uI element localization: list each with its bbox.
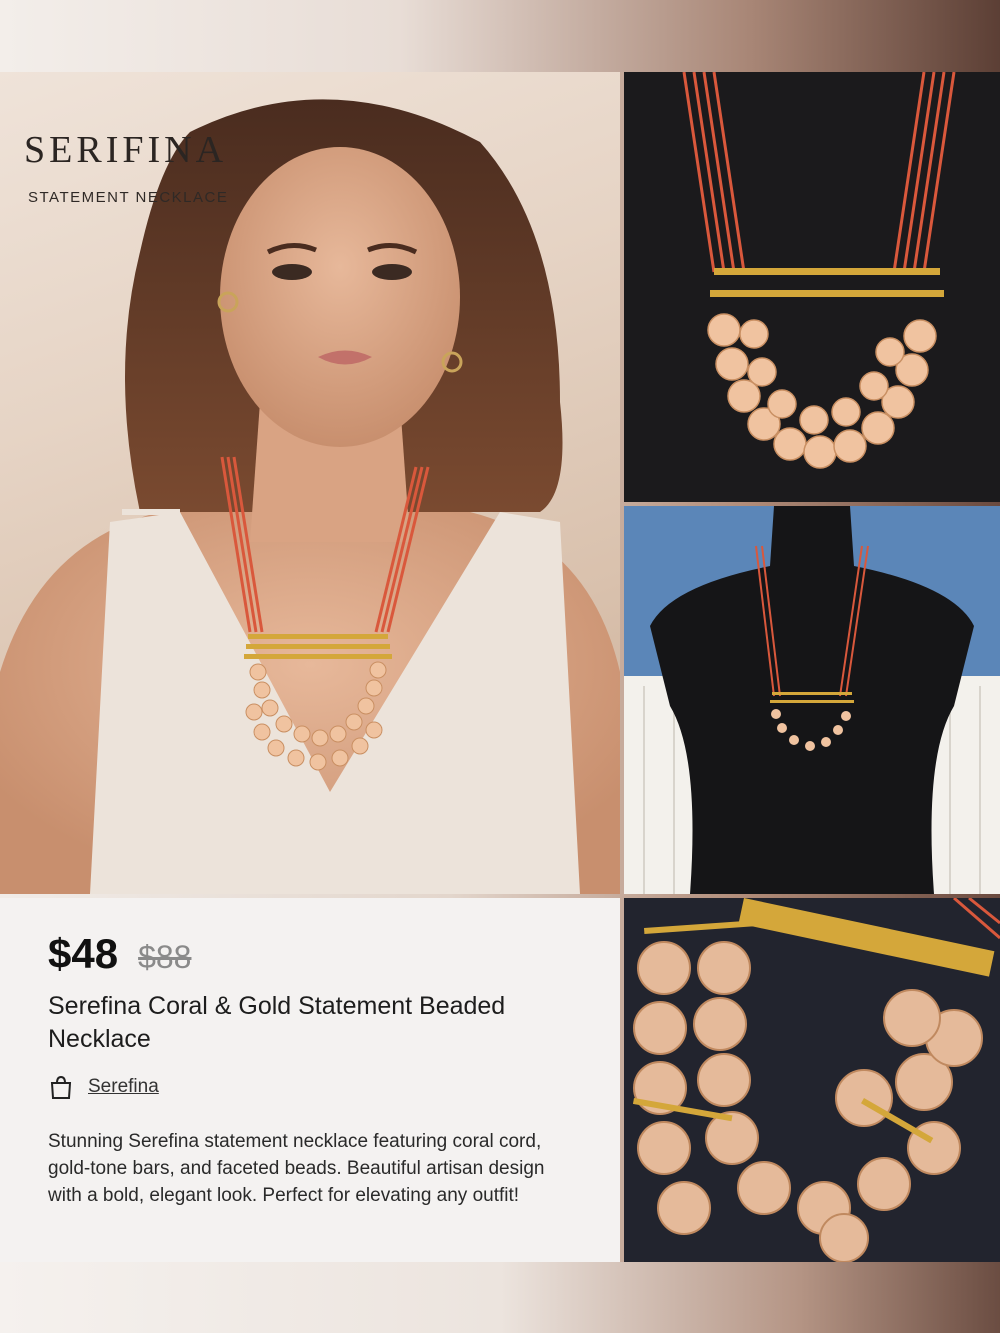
brand-tagline: STATEMENT NECKLACE xyxy=(28,189,229,206)
mannequin-illustration xyxy=(624,506,1000,894)
closeup-beads-illustration xyxy=(632,898,1000,1262)
seller-name[interactable]: Serefina xyxy=(88,1076,159,1098)
product-title[interactable]: Serefina Coral & Gold Statement Beaded N… xyxy=(48,990,568,1056)
necklace-gold-bars xyxy=(244,634,392,659)
product-photo-closeup[interactable] xyxy=(624,898,1000,1262)
price-row: $48 $88 xyxy=(48,930,191,978)
face-shape xyxy=(220,147,460,447)
top-background-band xyxy=(0,0,1000,72)
current-price: $48 xyxy=(48,930,119,977)
product-description: Stunning Serefina statement necklace fea… xyxy=(48,1131,545,1206)
product-photo-flatlay[interactable] xyxy=(624,72,1000,502)
bottom-background-band xyxy=(0,1262,1000,1333)
seller-link[interactable]: Serefina xyxy=(48,1074,159,1100)
shopping-bag-icon xyxy=(48,1074,74,1100)
brand-title: SERIFINA xyxy=(24,129,228,171)
original-price: $88 xyxy=(138,939,192,975)
product-photo-mannequin[interactable] xyxy=(624,506,1000,894)
flatlay-necklace-illustration xyxy=(682,72,956,469)
hero-model-photo[interactable]: SERIFINA STATEMENT NECKLACE xyxy=(0,72,620,894)
product-info-panel: $48 $88 Serefina Coral & Gold Statement … xyxy=(0,898,620,1262)
